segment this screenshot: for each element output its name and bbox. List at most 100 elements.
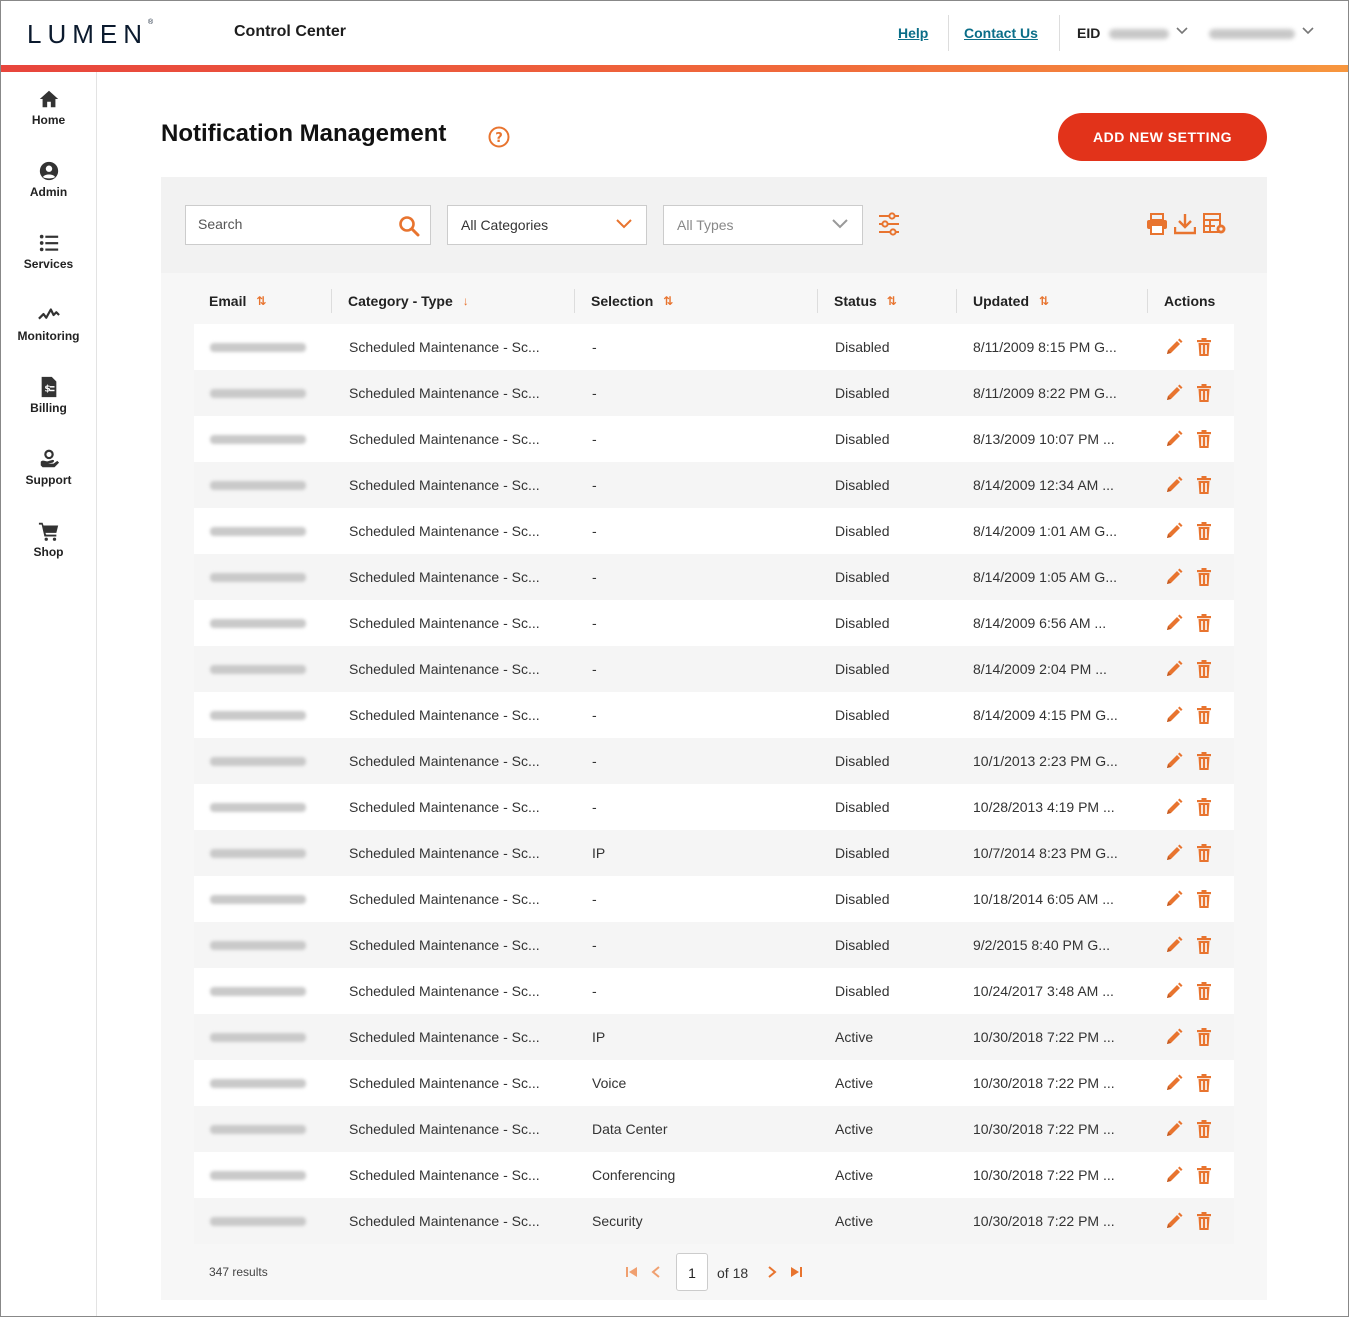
edit-pencil-icon[interactable] [1164, 705, 1184, 725]
help-link[interactable]: Help [898, 25, 928, 41]
prev-page-icon[interactable] [651, 1266, 661, 1278]
table-settings-icon[interactable] [1203, 213, 1227, 235]
delete-trash-icon[interactable] [1194, 1165, 1214, 1185]
edit-pencil-icon[interactable] [1164, 981, 1184, 1001]
delete-trash-icon[interactable] [1194, 383, 1214, 403]
lumen-logo[interactable]: LUMEN® [27, 19, 153, 50]
column-divider [331, 289, 332, 313]
delete-trash-icon[interactable] [1194, 1027, 1214, 1047]
delete-trash-icon[interactable] [1194, 1211, 1214, 1231]
edit-pencil-icon[interactable] [1164, 1165, 1184, 1185]
category-select[interactable]: All Categories [447, 205, 647, 245]
delete-trash-icon[interactable] [1194, 889, 1214, 909]
edit-pencil-icon[interactable] [1164, 337, 1184, 357]
header-divider [1059, 15, 1060, 51]
email-redacted [210, 1171, 306, 1180]
svg-text:?: ? [495, 131, 503, 146]
sidebar-item-label: Shop [33, 545, 64, 559]
table-row: Scheduled Maintenance - Sc... - Disabled 10… [194, 876, 1234, 922]
column-divider [956, 289, 957, 313]
page-number-input[interactable]: 1 [676, 1253, 708, 1291]
sort-icon: ⇅ [1039, 294, 1050, 308]
table-row: Scheduled Maintenance - Sc... - Disabled 8/… [194, 416, 1234, 462]
sidebar-item-services[interactable]: Services [1, 232, 96, 292]
sidebar-nav: Home Admin Services Monitoring $ Billing… [1, 72, 97, 1316]
table-row: Scheduled Maintenance - Sc... - Disabled 8/… [194, 462, 1234, 508]
account-chevron-down-icon[interactable] [1302, 27, 1314, 35]
edit-pencil-icon[interactable] [1164, 797, 1184, 817]
first-page-icon[interactable] [625, 1266, 639, 1278]
table-row: Scheduled Maintenance - Sc... - Disabled 8/… [194, 692, 1234, 738]
filter-settings-icon[interactable] [878, 212, 900, 236]
top-header: LUMEN® Control Center Help Contact Us EI… [1, 1, 1348, 65]
next-page-icon[interactable] [767, 1266, 777, 1278]
sidebar-item-shop[interactable]: Shop [1, 520, 96, 580]
last-page-icon[interactable] [789, 1266, 803, 1278]
delete-trash-icon[interactable] [1194, 705, 1214, 725]
delete-trash-icon[interactable] [1194, 843, 1214, 863]
column-header-status[interactable]: Status ⇅ [834, 293, 897, 309]
sidebar-item-home[interactable]: Home [1, 88, 96, 148]
edit-pencil-icon[interactable] [1164, 935, 1184, 955]
cell-updated: 8/14/2009 1:05 AM G... [973, 569, 1117, 585]
sidebar-item-monitoring[interactable]: Monitoring [1, 304, 96, 364]
edit-pencil-icon[interactable] [1164, 613, 1184, 633]
edit-pencil-icon[interactable] [1164, 659, 1184, 679]
cell-status: Disabled [835, 983, 890, 999]
delete-trash-icon[interactable] [1194, 1073, 1214, 1093]
sidebar-item-label: Billing [30, 401, 67, 415]
edit-pencil-icon[interactable] [1164, 1211, 1184, 1231]
delete-trash-icon[interactable] [1194, 337, 1214, 357]
add-new-setting-button[interactable]: ADD NEW SETTING [1058, 113, 1267, 161]
delete-trash-icon[interactable] [1194, 1119, 1214, 1139]
table-row: Scheduled Maintenance - Sc... - Disabled 10… [194, 784, 1234, 830]
edit-pencil-icon[interactable] [1164, 751, 1184, 771]
delete-trash-icon[interactable] [1194, 751, 1214, 771]
delete-trash-icon[interactable] [1194, 797, 1214, 817]
table-row: Scheduled Maintenance - Sc... - Disabled 8/… [194, 646, 1234, 692]
delete-trash-icon[interactable] [1194, 429, 1214, 449]
delete-trash-icon[interactable] [1194, 521, 1214, 541]
edit-pencil-icon[interactable] [1164, 889, 1184, 909]
type-select[interactable]: All Types [663, 205, 863, 245]
download-icon[interactable] [1174, 213, 1196, 235]
eid-chevron-down-icon[interactable] [1176, 27, 1188, 35]
contact-us-link[interactable]: Contact Us [964, 25, 1038, 41]
page-total: of 18 [717, 1265, 749, 1281]
delete-trash-icon[interactable] [1194, 659, 1214, 679]
column-header-selection[interactable]: Selection ⇅ [591, 293, 673, 309]
edit-pencil-icon[interactable] [1164, 843, 1184, 863]
edit-pencil-icon[interactable] [1164, 521, 1184, 541]
delete-trash-icon[interactable] [1194, 567, 1214, 587]
sidebar-item-admin[interactable]: Admin [1, 160, 96, 220]
column-header-email[interactable]: Email ⇅ [209, 293, 266, 309]
type-select-value: All Types [677, 217, 734, 233]
search-input[interactable] [198, 216, 388, 232]
edit-pencil-icon[interactable] [1164, 1027, 1184, 1047]
edit-pencil-icon[interactable] [1164, 1119, 1184, 1139]
sidebar-item-label: Home [31, 113, 66, 127]
delete-trash-icon[interactable] [1194, 613, 1214, 633]
print-icon[interactable] [1146, 213, 1168, 235]
edit-pencil-icon[interactable] [1164, 475, 1184, 495]
delete-trash-icon[interactable] [1194, 981, 1214, 1001]
cell-updated: 10/1/2013 2:23 PM G... [973, 753, 1118, 769]
sidebar-item-support[interactable]: Support [1, 448, 96, 508]
cell-status: Active [835, 1075, 874, 1091]
edit-pencil-icon[interactable] [1164, 429, 1184, 449]
cell-category-type: Scheduled Maintenance - Sc... [349, 1121, 540, 1137]
delete-trash-icon[interactable] [1194, 935, 1214, 955]
delete-trash-icon[interactable] [1194, 475, 1214, 495]
cell-status: Disabled [835, 707, 890, 723]
column-header-category-type[interactable]: Category - Type ↓ [348, 293, 469, 309]
help-circle-icon[interactable]: ? [488, 126, 510, 148]
cell-status: Disabled [835, 523, 890, 539]
edit-pencil-icon[interactable] [1164, 1073, 1184, 1093]
email-redacted [210, 481, 306, 490]
column-header-updated[interactable]: Updated ⇅ [973, 293, 1049, 309]
edit-pencil-icon[interactable] [1164, 383, 1184, 403]
email-redacted [210, 895, 306, 904]
edit-pencil-icon[interactable] [1164, 567, 1184, 587]
sidebar-item-billing[interactable]: $ Billing [1, 376, 96, 436]
search-icon[interactable] [398, 215, 420, 237]
